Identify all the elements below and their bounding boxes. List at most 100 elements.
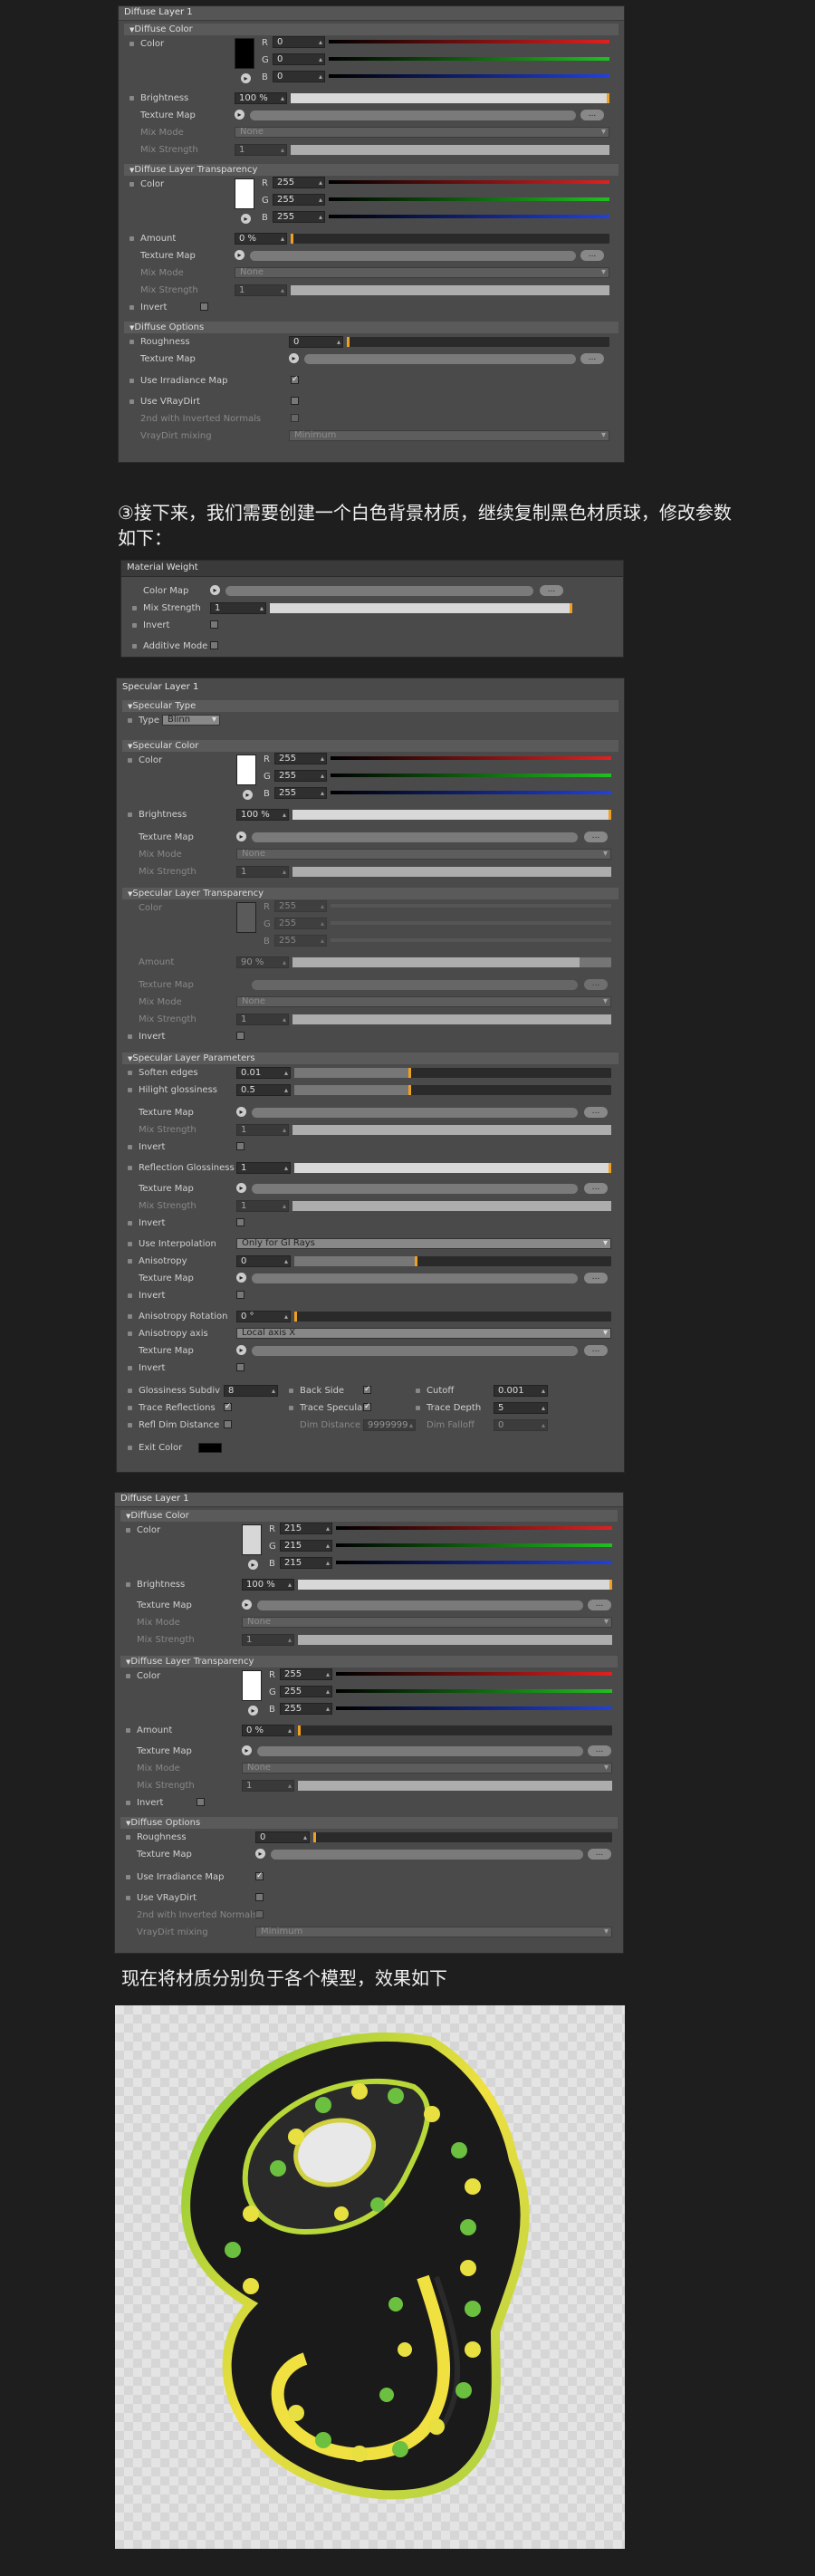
texture-options-button[interactable]: ... [580, 110, 604, 120]
section-specular-type[interactable]: Specular Type [122, 700, 618, 712]
keyframe-dot[interactable] [128, 1071, 132, 1075]
g2-slider[interactable] [329, 197, 609, 201]
refl-dim-checkbox[interactable] [224, 1420, 232, 1428]
keyframe-dot[interactable] [128, 718, 132, 723]
mix-strength-field[interactable]: 1 [236, 1014, 289, 1025]
g2-slider[interactable] [336, 1689, 612, 1693]
texture-arrow-button[interactable]: ▸ [236, 1345, 246, 1355]
keyframe-dot[interactable] [128, 1446, 132, 1450]
section-diffuse-transparency[interactable]: Diffuse Layer Transparency [124, 164, 618, 176]
keyframe-dot[interactable] [126, 1801, 130, 1805]
mix-strength-field[interactable]: 1 [242, 1780, 294, 1792]
r-slider[interactable] [336, 1526, 612, 1530]
texture-map-slot[interactable] [252, 1108, 578, 1118]
r-field[interactable]: 255 [274, 753, 327, 764]
invert-checkbox[interactable] [236, 1142, 244, 1150]
keyframe-dot[interactable] [416, 1389, 420, 1393]
keyframe-dot[interactable] [129, 340, 134, 344]
keyframe-dot[interactable] [126, 1582, 130, 1587]
color-swatch[interactable] [235, 38, 254, 69]
mix-strength-field[interactable]: 1 [236, 1200, 289, 1212]
texture-options-button[interactable]: ... [580, 250, 604, 261]
texture-options-button[interactable]: ... [584, 1183, 608, 1194]
color-map-slot[interactable] [225, 586, 533, 596]
trace-depth-field[interactable]: 5 [494, 1402, 548, 1414]
texture-options-button[interactable]: ... [584, 831, 608, 842]
mix-mode-dropdown[interactable]: None [235, 127, 609, 138]
texture-map-slot[interactable] [252, 1184, 578, 1194]
r-slider[interactable] [331, 756, 611, 760]
amount-field[interactable]: 90 % [236, 956, 289, 968]
b-field[interactable]: 0 [273, 71, 325, 82]
hilight-slider[interactable] [294, 1085, 611, 1095]
amount-slider[interactable] [291, 234, 609, 244]
b-slider[interactable] [329, 74, 609, 78]
keyframe-dot[interactable] [289, 1406, 293, 1410]
dim-falloff-field[interactable]: 0 [494, 1419, 548, 1431]
section-diffuse-options[interactable]: Diffuse Options [120, 1817, 618, 1829]
keyframe-dot[interactable] [132, 644, 137, 649]
b2-field[interactable]: 255 [274, 935, 327, 947]
aniso-axis-dropdown[interactable]: Local axis X [236, 1328, 611, 1339]
mix-strength-slider[interactable] [298, 1781, 612, 1791]
keyframe-dot[interactable] [129, 42, 134, 46]
texture-map-slot[interactable] [257, 1746, 583, 1756]
texture-options-button[interactable]: ... [588, 1745, 611, 1756]
vraydirt-mixing-dropdown[interactable]: Minimum [289, 430, 609, 441]
keyframe-dot[interactable] [128, 1389, 132, 1393]
aniso-rot-field[interactable]: 0 ° [236, 1311, 291, 1322]
vraydirt-checkbox[interactable] [255, 1893, 264, 1901]
texture-options-button[interactable]: ... [588, 1600, 611, 1610]
invert-checkbox[interactable] [197, 1798, 205, 1806]
g2-slider[interactable] [331, 921, 611, 925]
keyframe-dot[interactable] [128, 1331, 132, 1336]
color-swatch[interactable] [242, 1524, 262, 1555]
texture-map-slot[interactable] [250, 251, 576, 261]
texture-map-slot[interactable] [252, 832, 578, 842]
irradiance-checkbox[interactable]: ✓ [291, 376, 299, 384]
keyframe-dot[interactable] [129, 379, 134, 383]
brightness-slider[interactable] [298, 1580, 612, 1590]
b2-slider[interactable] [329, 215, 609, 218]
dim-distance-field[interactable]: 9999999 [363, 1419, 416, 1431]
soften-slider[interactable] [294, 1068, 611, 1078]
amount-slider[interactable] [292, 957, 611, 967]
texture-arrow-button[interactable]: ▸ [255, 1849, 265, 1859]
texture-arrow-button[interactable]: ▸ [236, 1183, 246, 1193]
keyframe-dot[interactable] [128, 1314, 132, 1319]
mix-strength-slider[interactable] [270, 603, 572, 613]
g-slider[interactable] [336, 1543, 612, 1547]
keyframe-dot[interactable] [126, 1528, 130, 1533]
texture-options-button[interactable]: ... [584, 979, 608, 990]
aniso-slider[interactable] [294, 1256, 611, 1266]
refl-gloss-slider[interactable] [294, 1163, 611, 1173]
b2-slider[interactable] [331, 938, 611, 942]
texture-options-button[interactable]: ... [588, 1849, 611, 1860]
mix-strength-slider[interactable] [292, 1014, 611, 1024]
texture-arrow-button[interactable]: ▸ [236, 1107, 246, 1117]
keyframe-dot[interactable] [128, 1145, 132, 1149]
exit-color-swatch[interactable] [198, 1443, 222, 1453]
mix-mode-dropdown[interactable]: None [235, 267, 609, 278]
keyframe-dot[interactable] [126, 1728, 130, 1733]
brightness-slider[interactable] [292, 810, 611, 820]
mix-strength-field[interactable]: 1 [235, 284, 287, 296]
brightness-slider[interactable] [291, 93, 609, 103]
color-swatch[interactable] [236, 755, 256, 785]
color2-swatch[interactable] [242, 1670, 262, 1701]
texture-arrow-button[interactable]: ▸ [235, 110, 244, 120]
color2-swatch[interactable] [236, 902, 256, 933]
keyframe-dot[interactable] [128, 1166, 132, 1170]
mix-strength-slider[interactable] [291, 285, 609, 295]
mix-strength-slider[interactable] [292, 1201, 611, 1211]
r2-field[interactable]: 255 [273, 177, 325, 188]
dirt-inverted-checkbox[interactable] [291, 414, 299, 422]
r-slider[interactable] [329, 40, 609, 43]
brightness-field[interactable]: 100 % [235, 92, 287, 104]
invert-checkbox[interactable] [200, 303, 208, 311]
roughness-slider[interactable] [313, 1832, 612, 1842]
keyframe-dot[interactable] [128, 1088, 132, 1092]
keyframe-dot[interactable] [128, 1293, 132, 1298]
r2-slider[interactable] [331, 904, 611, 908]
g-slider[interactable] [329, 57, 609, 61]
